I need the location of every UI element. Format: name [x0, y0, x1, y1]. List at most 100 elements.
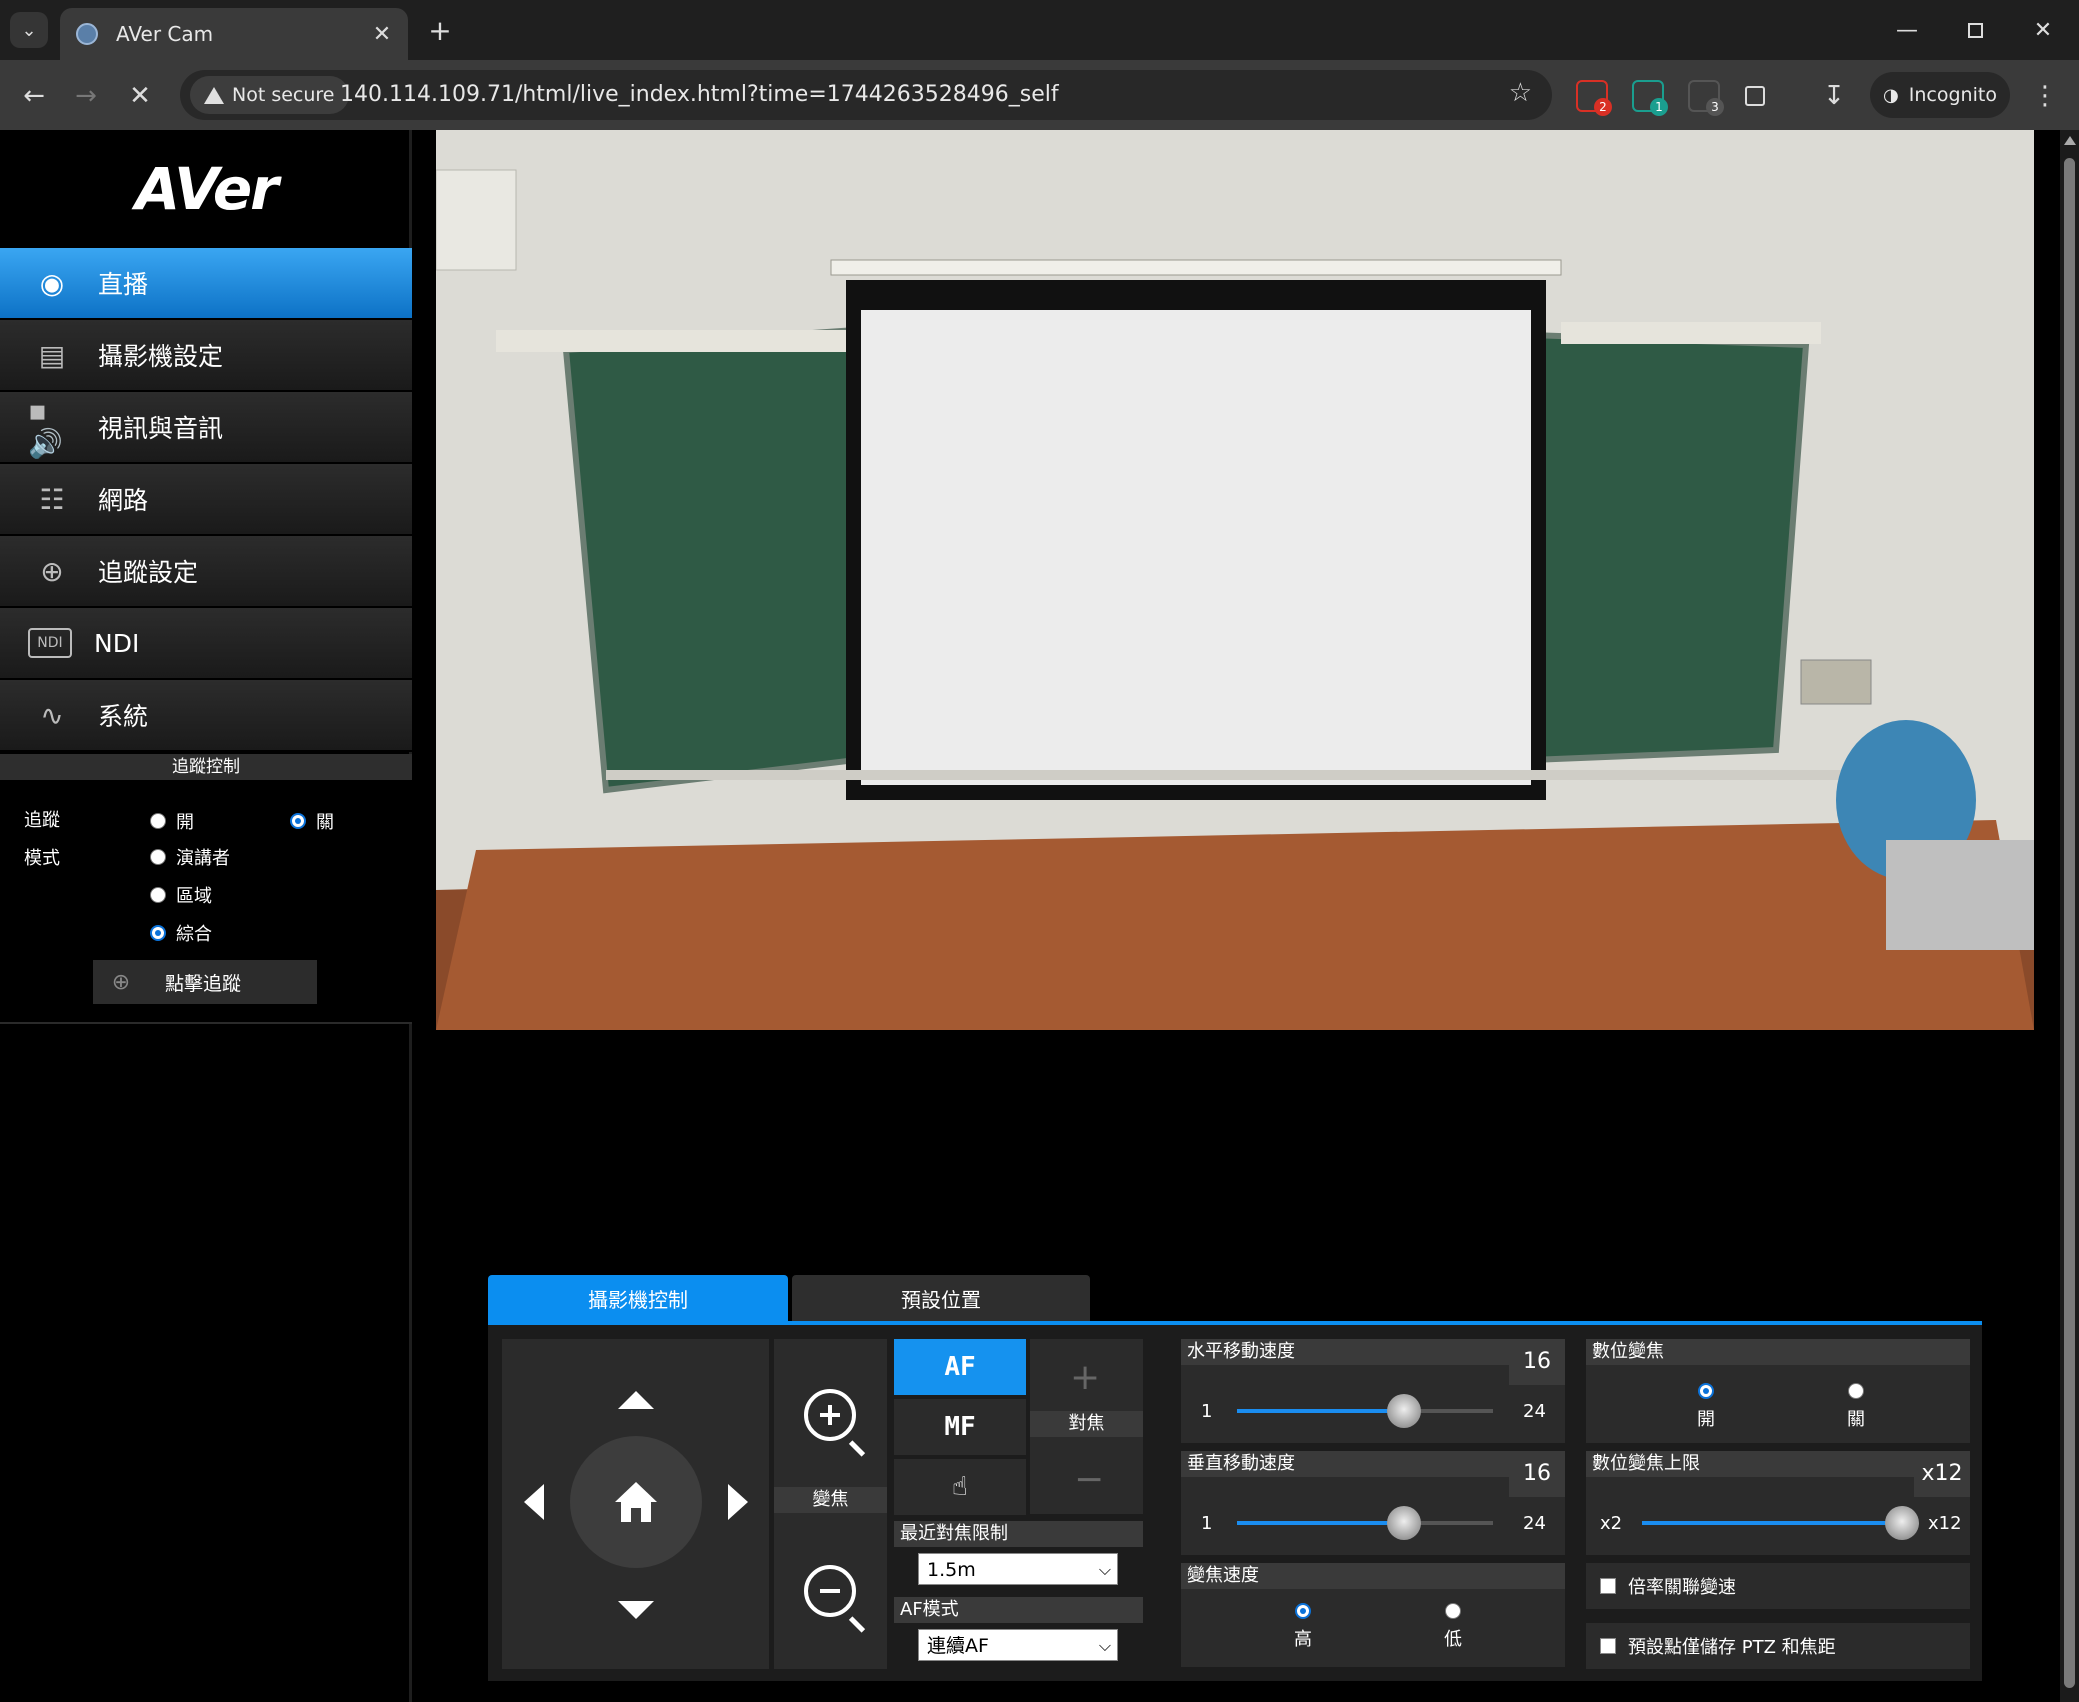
pan-speed-slider[interactable] — [1237, 1409, 1493, 1413]
forward-button[interactable]: → — [66, 76, 106, 116]
bookmark-star-icon[interactable]: ☆ — [1509, 78, 1532, 108]
sidebar-item-label: 系統 — [98, 702, 149, 731]
new-tab-button[interactable]: + — [422, 12, 458, 48]
focus-plus-icon[interactable]: + — [1070, 1357, 1100, 1398]
sidebar-item-5[interactable]: NDI NDI — [0, 608, 412, 680]
zoom-speed-low-radio[interactable] — [1445, 1603, 1461, 1619]
digital-zoom-off-label: 關 — [1847, 1409, 1865, 1430]
preset-save-checkbox[interactable] — [1600, 1638, 1616, 1654]
digital-zoom-on-label: 開 — [1697, 1409, 1715, 1430]
mode-radio[interactable] — [150, 925, 166, 941]
af-mode-select[interactable]: 連續AF ⌵ — [918, 1629, 1118, 1661]
live-video-feed[interactable] — [436, 130, 2034, 1030]
ratio-speed-checkbox[interactable] — [1600, 1578, 1616, 1594]
extension-badge: 3 — [1706, 98, 1724, 116]
pan-down-arrow-icon[interactable] — [618, 1601, 654, 1619]
page-scrollbar[interactable] — [2060, 130, 2079, 1702]
af-button[interactable]: AF — [894, 1339, 1026, 1395]
mode-option-2[interactable]: 綜合 — [150, 920, 212, 946]
pan-speed-knob[interactable] — [1386, 1394, 1421, 1428]
home-icon — [615, 1482, 657, 1522]
mode-option-1[interactable]: 區域 — [150, 882, 212, 908]
digital-zoom-limit-knob[interactable] — [1885, 1506, 1919, 1540]
zoom-speed-high-option[interactable]: 高 — [1273, 1603, 1333, 1651]
zoom-speed-low-option[interactable]: 低 — [1423, 1603, 1483, 1651]
incognito-chip[interactable]: ◑ Incognito — [1870, 72, 2010, 118]
tab-preset-position[interactable]: 預設位置 — [792, 1275, 1090, 1321]
tracking-label: 追蹤 — [24, 810, 60, 831]
zoom-speed-high-label: 高 — [1294, 1629, 1312, 1650]
zoom-in-icon[interactable] — [804, 1389, 856, 1441]
af-mode-label: AF模式 — [894, 1597, 1143, 1623]
digital-zoom-on-option[interactable]: 開 — [1676, 1383, 1736, 1431]
tilt-speed-slider[interactable] — [1237, 1521, 1493, 1525]
address-bar[interactable]: Not secure 140.114.109.71/html/live_inde… — [180, 70, 1552, 120]
zoom-out-icon[interactable] — [804, 1565, 856, 1617]
security-chip[interactable]: Not secure — [190, 76, 349, 114]
tab-search-button[interactable]: ⌄ — [10, 12, 48, 48]
mode-radio[interactable] — [150, 849, 166, 865]
sidebar-item-4[interactable]: ⊕ 追蹤設定 — [0, 536, 412, 608]
digital-zoom-block: 數位變焦 開 關 — [1586, 1339, 1970, 1443]
tilt-speed-knob[interactable] — [1386, 1506, 1421, 1540]
near-focus-label: 最近對焦限制 — [894, 1521, 1143, 1547]
scroll-up-icon[interactable] — [2064, 136, 2076, 145]
tab-camera-control[interactable]: 攝影機控制 — [488, 1275, 788, 1321]
scroll-thumb[interactable] — [2064, 158, 2075, 1688]
zoom-speed-high-radio[interactable] — [1295, 1603, 1311, 1619]
near-focus-select[interactable]: 1.5m ⌵ — [918, 1553, 1118, 1585]
sidebar-item-1[interactable]: ▤ 攝影機設定 — [0, 320, 412, 392]
sidebar-item-3[interactable]: ☷ 網路 — [0, 464, 412, 536]
focus-adjust: + 對焦 − — [1030, 1339, 1143, 1514]
digital-zoom-off-option[interactable]: 關 — [1826, 1383, 1886, 1431]
home-button[interactable] — [570, 1436, 702, 1568]
sidebar-item-0[interactable]: ◉ 直播 — [0, 248, 412, 320]
browser-tab[interactable]: AVer Cam ✕ — [60, 8, 408, 60]
warning-icon — [204, 86, 224, 104]
tracking-off-radio[interactable] — [290, 813, 306, 829]
tilt-speed-label: 垂直移動速度 — [1181, 1451, 1509, 1477]
ext-2-button[interactable]: 1 — [1632, 80, 1668, 116]
tracking-off-option[interactable]: 關 — [290, 808, 334, 834]
browser-menu-button[interactable]: ⋮ — [2030, 76, 2060, 116]
back-button[interactable]: ← — [14, 76, 54, 116]
ext-1-button[interactable]: 2 — [1576, 80, 1612, 116]
ratio-speed-row[interactable]: 倍率關聯變速 — [1586, 1563, 1970, 1609]
tracking-on-label: 開 — [176, 812, 194, 833]
pan-up-arrow-icon[interactable] — [618, 1391, 654, 1409]
digital-zoom-limit-slider[interactable] — [1642, 1521, 1902, 1525]
zoom-speed-label: 變焦速度 — [1181, 1563, 1565, 1589]
url-text[interactable]: 140.114.109.71/html/live_index.html?time… — [340, 70, 1059, 120]
digital-zoom-on-radio[interactable] — [1698, 1383, 1714, 1399]
zoom-control: 變焦 — [774, 1339, 887, 1669]
ndi-icon: NDI — [28, 628, 72, 658]
extensions-button[interactable] — [1735, 76, 1775, 116]
sidebar-item-2[interactable]: ▪🔊 視訊與音訊 — [0, 392, 412, 464]
mode-radio[interactable] — [150, 887, 166, 903]
ext-3-button[interactable]: 3 — [1688, 80, 1724, 116]
extension-badge: 1 — [1650, 98, 1668, 116]
aver-logo: AVer — [135, 155, 279, 223]
tracking-on-radio[interactable] — [150, 813, 166, 829]
digital-zoom-limit-min: x2 — [1600, 1513, 1623, 1534]
sidebar-item-6[interactable]: ∿ 系統 — [0, 680, 412, 752]
mf-button[interactable]: MF — [894, 1399, 1026, 1455]
stop-loading-button[interactable]: ✕ — [120, 76, 160, 116]
tracking-on-option[interactable]: 開 — [150, 808, 194, 834]
digital-zoom-off-radio[interactable] — [1848, 1383, 1864, 1399]
touch-focus-button[interactable]: ☝ — [894, 1459, 1026, 1515]
preset-save-row[interactable]: 預設點僅儲存 PTZ 和焦距 — [1586, 1623, 1970, 1669]
minimize-button[interactable]: — — [1882, 10, 1932, 50]
digital-zoom-limit-label: 數位變焦上限 — [1586, 1451, 1914, 1477]
tab-title: AVer Cam — [116, 22, 214, 46]
downloads-button[interactable]: ↧ — [1814, 76, 1854, 116]
focus-minus-icon[interactable]: − — [1074, 1459, 1104, 1500]
mode-option-0[interactable]: 演講者 — [150, 844, 230, 870]
click-track-button[interactable]: ⊕ 點擊追蹤 — [93, 960, 317, 1004]
target-icon: ⊕ — [40, 554, 64, 588]
pan-right-arrow-icon[interactable] — [728, 1484, 748, 1520]
close-window-button[interactable]: ✕ — [2018, 10, 2068, 50]
maximize-button[interactable] — [1950, 10, 2000, 50]
pan-left-arrow-icon[interactable] — [524, 1484, 544, 1520]
close-tab-icon[interactable]: ✕ — [366, 18, 398, 50]
